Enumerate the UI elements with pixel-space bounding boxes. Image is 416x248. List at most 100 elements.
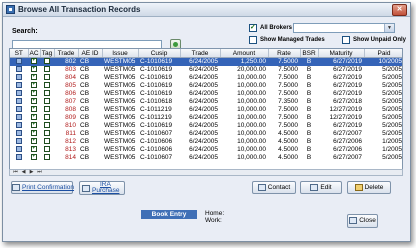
cell-trade-date: 6/24/2005 [189,122,218,129]
tag-checkbox[interactable] [44,90,50,97]
table-row[interactable]: 805 CB WESTM05 C-1010619 6/24/2005 10,000.00 7… [10,82,402,90]
cell-trade-no: 810 [65,122,76,129]
cell-bsr: B [306,66,312,73]
tag-checkbox[interactable] [44,154,50,161]
tag-checkbox[interactable] [44,82,50,89]
ac-checkbox[interactable] [31,138,37,145]
ac-checkbox[interactable] [31,122,37,129]
col-header-maturity[interactable]: Maturity [318,49,365,58]
cell-trade-date: 6/24/2005 [189,114,218,121]
table-row[interactable]: 804 CB WESTM05 C-1010619 6/24/2005 10,000.00 7… [10,74,402,82]
tag-checkbox[interactable] [44,106,50,113]
ac-checkbox[interactable] [31,82,37,89]
cell-trade-no: 802 [54,57,78,66]
tag-checkbox[interactable] [44,138,50,145]
edit-button[interactable]: Edit [300,181,342,194]
table-row[interactable]: 808 CB WESTM05 C-1011219 6/24/2005 10,000.00 7… [10,106,402,114]
col-header-trade-date[interactable]: Trade [180,49,221,58]
tag-checkbox[interactable] [44,58,50,65]
window-close-icon[interactable]: ✕ [392,4,407,16]
tag-checkbox[interactable] [44,146,50,153]
contact-label: Contact [267,184,291,191]
last-record-icon[interactable]: ⏭ [36,170,43,175]
cell-ae-id: CB [80,74,90,81]
ac-checkbox[interactable] [31,98,37,105]
transactions-grid[interactable]: ST AC Tag Trade AE ID Issue Cusip Trade … [9,48,403,176]
col-header-ae-id[interactable]: AE ID [78,49,103,58]
cell-st [10,114,28,122]
ac-checkbox[interactable] [31,130,37,137]
cell-rate: 4.5000 [278,138,298,145]
ira-purchase-button[interactable]: IRA Purchase [79,181,125,195]
ac-checkbox[interactable] [31,66,37,73]
table-row[interactable]: 803 CB WESTM05 C-1010619 6/24/2005 20,000.00 7… [10,66,402,74]
tag-checkbox[interactable] [44,98,50,105]
cell-tag [40,66,54,74]
ac-checkbox[interactable] [31,90,37,97]
table-row[interactable]: 809 CB WESTM05 C-1011219 6/24/2005 10,000.00 7… [10,114,402,122]
print-confirmation-button[interactable]: Print Confirmation [11,181,74,194]
previous-record-icon[interactable]: ◀ [20,170,27,175]
all-brokers-checkbox[interactable] [249,23,257,32]
contact-button[interactable]: Contact [252,181,296,194]
col-header-paid[interactable]: Paid [364,49,402,58]
col-header-ac[interactable]: AC [28,49,41,58]
cell-trade-no: 808 [65,106,76,113]
table-row[interactable]: 811 CB WESTM05 C-1010607 6/24/2005 10,000.00 4… [10,130,402,138]
show-unpaid-only-checkbox[interactable] [342,36,350,44]
table-row[interactable]: 802CBWESTM05C-10106196/24/20051,250.007.… [10,57,402,66]
first-record-icon[interactable]: ⏮ [12,170,19,175]
cell-amount: 20,000.00 [237,66,266,73]
show-managed-trades-checkbox[interactable] [249,36,257,44]
col-header-st[interactable]: ST [10,49,29,58]
title-bar[interactable]: Browse All Transaction Records ✕ [3,3,410,17]
tag-checkbox[interactable] [44,130,50,137]
ac-checkbox[interactable] [31,106,37,113]
delete-button[interactable]: Delete [347,181,391,194]
cell-tag [40,82,54,90]
cell-issue: WESTM05 [104,146,136,153]
cell-paid: 5/2005 [382,90,402,97]
cell-maturity: 6/27/2019 [333,74,362,81]
cell-issue: WESTM05 [104,82,136,89]
cell-tag [40,114,54,122]
ac-checkbox[interactable] [31,58,37,65]
cell-paid: 5/2005 [382,74,402,81]
record-status-icon [16,114,22,121]
next-record-icon[interactable]: ▶ [28,170,35,175]
ac-checkbox[interactable] [31,114,37,121]
record-status-icon [16,66,22,73]
cell-st [10,138,28,146]
table-row[interactable]: 807 CB WESTM05 C-1010618 6/24/2005 10,000.00 7… [10,98,402,106]
chevron-down-icon[interactable]: ▼ [384,24,394,32]
ac-checkbox[interactable] [31,154,37,161]
tag-checkbox[interactable] [44,114,50,121]
ac-checkbox[interactable] [31,146,37,153]
table-row[interactable]: 813 CB WESTM05 C-1010606 6/24/2005 10,000.00 4… [10,146,402,154]
col-header-rate[interactable]: Rate [268,49,301,58]
cell-bsr: B [306,130,312,137]
close-button[interactable]: Close [347,214,378,228]
tag-checkbox[interactable] [44,122,50,129]
table-row[interactable]: 806 CB WESTM05 C-1010619 6/24/2005 10,000.00 7… [10,90,402,98]
cell-rate: 7.5000 [278,106,298,113]
cell-rate: 7.5000 [278,90,298,97]
cell-bsr: B [306,82,312,89]
table-row[interactable]: 812 CB WESTM05 C-1010606 6/24/2005 10,000.00 4… [10,138,402,146]
col-header-tag[interactable]: Tag [40,49,55,58]
ac-checkbox[interactable] [31,74,37,81]
col-header-bsr[interactable]: BSR [300,49,319,58]
table-row[interactable]: 814 CB WESTM05 C-1010607 6/24/2005 10,000.00 4… [10,154,402,162]
edit-icon [310,183,319,191]
col-header-cusip[interactable]: Cusip [138,49,181,58]
brokers-select[interactable]: ▼ [293,23,395,33]
col-header-amount[interactable]: Amount [220,49,269,58]
tag-checkbox[interactable] [44,74,50,81]
cell-amount: 10,000.00 [237,90,266,97]
col-header-trade-no[interactable]: Trade [54,49,79,58]
cell-ae-id: CB [80,82,90,89]
col-header-issue[interactable]: Issue [102,49,139,58]
table-row[interactable]: 810 CB WESTM05 C-1010619 6/24/2005 10,000.00 7… [10,122,402,130]
cell-maturity: 6/27/2018 [333,98,362,105]
tag-checkbox[interactable] [44,66,50,73]
